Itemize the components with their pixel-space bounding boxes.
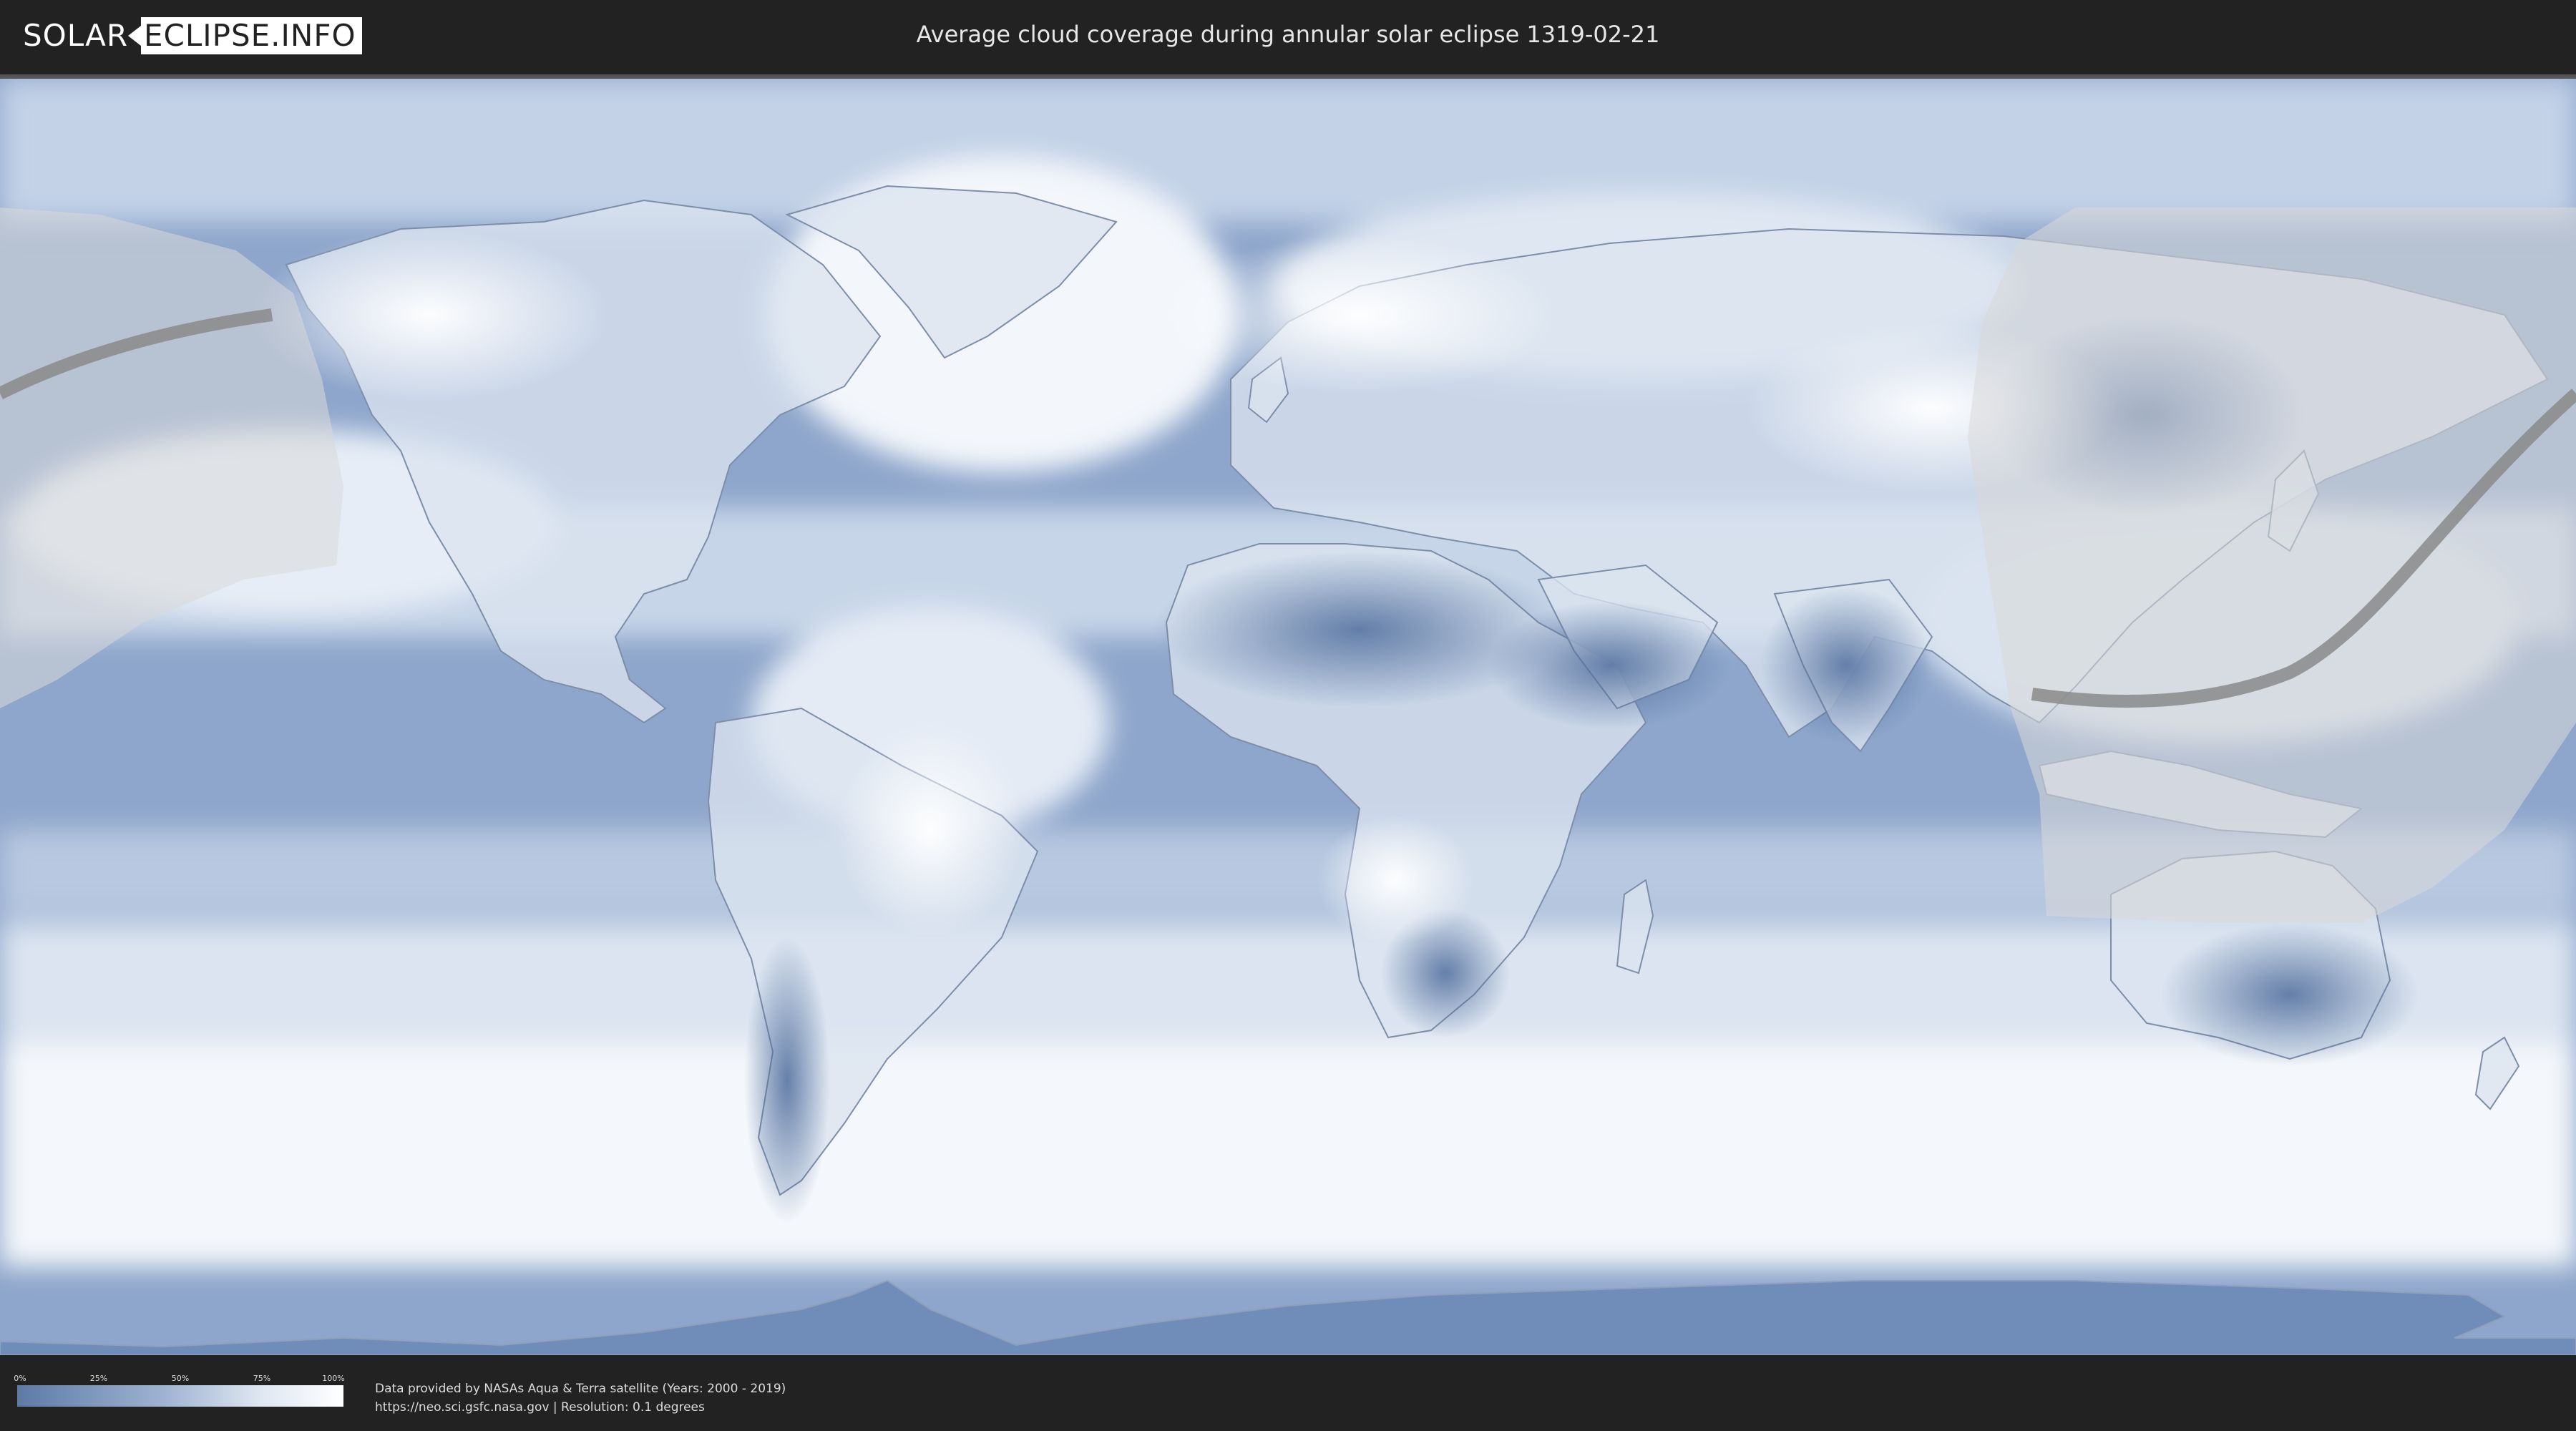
page-title: Average cloud coverage during annular so… bbox=[916, 21, 1660, 48]
legend-tick: 75% bbox=[253, 1374, 271, 1383]
legend-tick: 50% bbox=[171, 1374, 190, 1383]
eclipse-visibility-zone-east bbox=[1968, 207, 2576, 923]
legend-color-bar bbox=[17, 1385, 343, 1407]
legend-ticks: 0% 25% 50% 75% 100% bbox=[14, 1374, 345, 1385]
data-credits: Data provided by NASAs Aqua & Terra sate… bbox=[375, 1379, 786, 1417]
cloud-coverage-legend: 0% 25% 50% 75% 100% bbox=[14, 1374, 345, 1407]
header-bar: SOLAR ECLIPSE.INFO Average cloud coverag… bbox=[0, 0, 2576, 72]
legend-tick: 25% bbox=[89, 1374, 108, 1383]
footer-bar: 0% 25% 50% 75% 100% Data provided by NAS… bbox=[0, 1355, 2576, 1431]
world-map-svg bbox=[0, 79, 2576, 1355]
credit-line-1: Data provided by NASAs Aqua & Terra sate… bbox=[375, 1382, 786, 1396]
credit-line-2[interactable]: https://neo.sci.gsfc.nasa.gov | Resoluti… bbox=[375, 1398, 786, 1417]
legend-tick: 100% bbox=[322, 1374, 345, 1383]
legend-tick: 0% bbox=[14, 1374, 26, 1383]
cloud-coverage-map bbox=[0, 74, 2576, 1355]
